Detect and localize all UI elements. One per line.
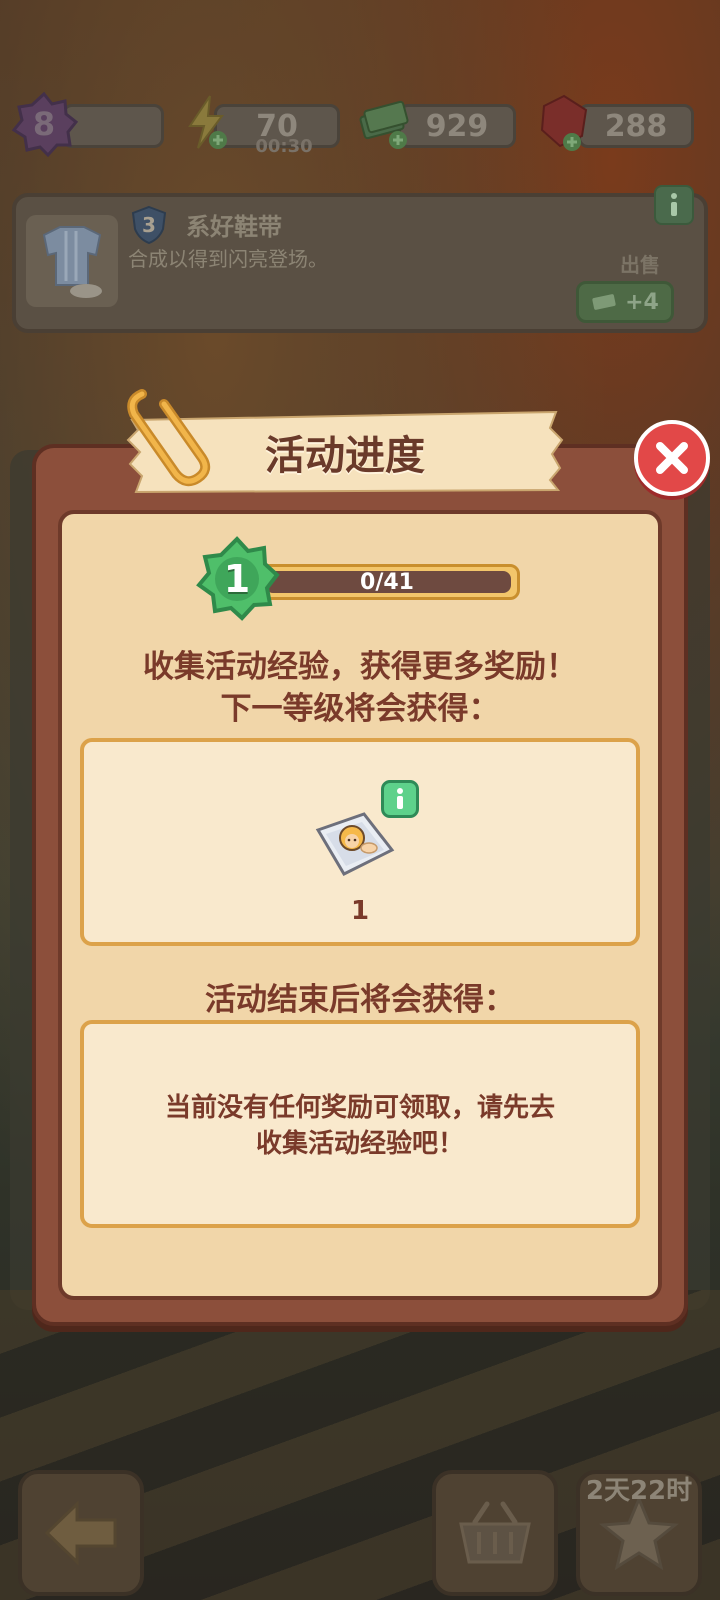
event-timer: 2天22时 <box>585 1476 693 1506</box>
quest-title: 系好鞋带 <box>186 213 282 241</box>
energy-bolt-icon <box>188 95 227 149</box>
cash-icon <box>592 294 616 310</box>
basket-button[interactable] <box>432 1470 558 1596</box>
sell-reward: +4 <box>625 289 659 315</box>
cash-stack-icon <box>359 100 409 149</box>
basket-icon <box>459 1501 531 1564</box>
end-message-line-1: 当前没有任何奖励可领取，请先去 <box>164 1093 555 1123</box>
event-level: 1 <box>223 557 251 601</box>
end-message-line-2: 收集活动经验吧！ <box>255 1129 464 1159</box>
quest-item-image <box>26 215 118 307</box>
progress-text: 0/41 <box>360 569 414 595</box>
cash-value: 929 <box>425 108 489 144</box>
outfit-icon <box>42 226 102 298</box>
close-icon <box>656 442 688 474</box>
resource-bar: 8 70 00:30 929 288 <box>0 88 720 168</box>
end-reward-message: 当前没有任何奖励可领取，请先去 收集活动经验吧！ <box>100 1090 620 1162</box>
energy-timer: 00:30 <box>255 136 313 157</box>
quest-info-button[interactable] <box>654 185 694 225</box>
info-icon <box>671 193 677 216</box>
headline-line-1: 收集活动经验，获得更多奖励！ <box>143 649 577 685</box>
quest-card[interactable]: 3 系好鞋带 合成以得到闪亮登场。 出售 +4 <box>12 185 708 333</box>
back-button[interactable] <box>18 1470 144 1596</box>
next-reward-count: 1 <box>350 896 370 926</box>
quest-description: 合成以得到闪亮登场。 <box>128 247 328 271</box>
gem-value: 288 <box>604 108 668 144</box>
sell-label: 出售 <box>620 253 660 277</box>
back-arrow-icon <box>44 1500 117 1566</box>
quest-step: 3 <box>142 213 156 237</box>
gem-icon <box>540 94 588 151</box>
close-button[interactable] <box>634 420 710 496</box>
blanket-baby-icon[interactable] <box>314 810 396 880</box>
gem-counter[interactable]: 288 <box>578 104 694 148</box>
sell-button[interactable]: +4 <box>576 281 674 323</box>
end-rewards-heading: 活动结束后将会获得： <box>205 982 515 1018</box>
modal-headline: 收集活动经验，获得更多奖励！ 下一等级将会获得： <box>60 646 660 730</box>
cash-counter[interactable]: 929 <box>398 104 516 148</box>
headline-line-2: 下一等级将会获得： <box>220 691 500 727</box>
player-level: 8 <box>32 105 56 143</box>
modal-title: 活动进度 <box>265 433 425 479</box>
info-icon <box>397 788 403 809</box>
